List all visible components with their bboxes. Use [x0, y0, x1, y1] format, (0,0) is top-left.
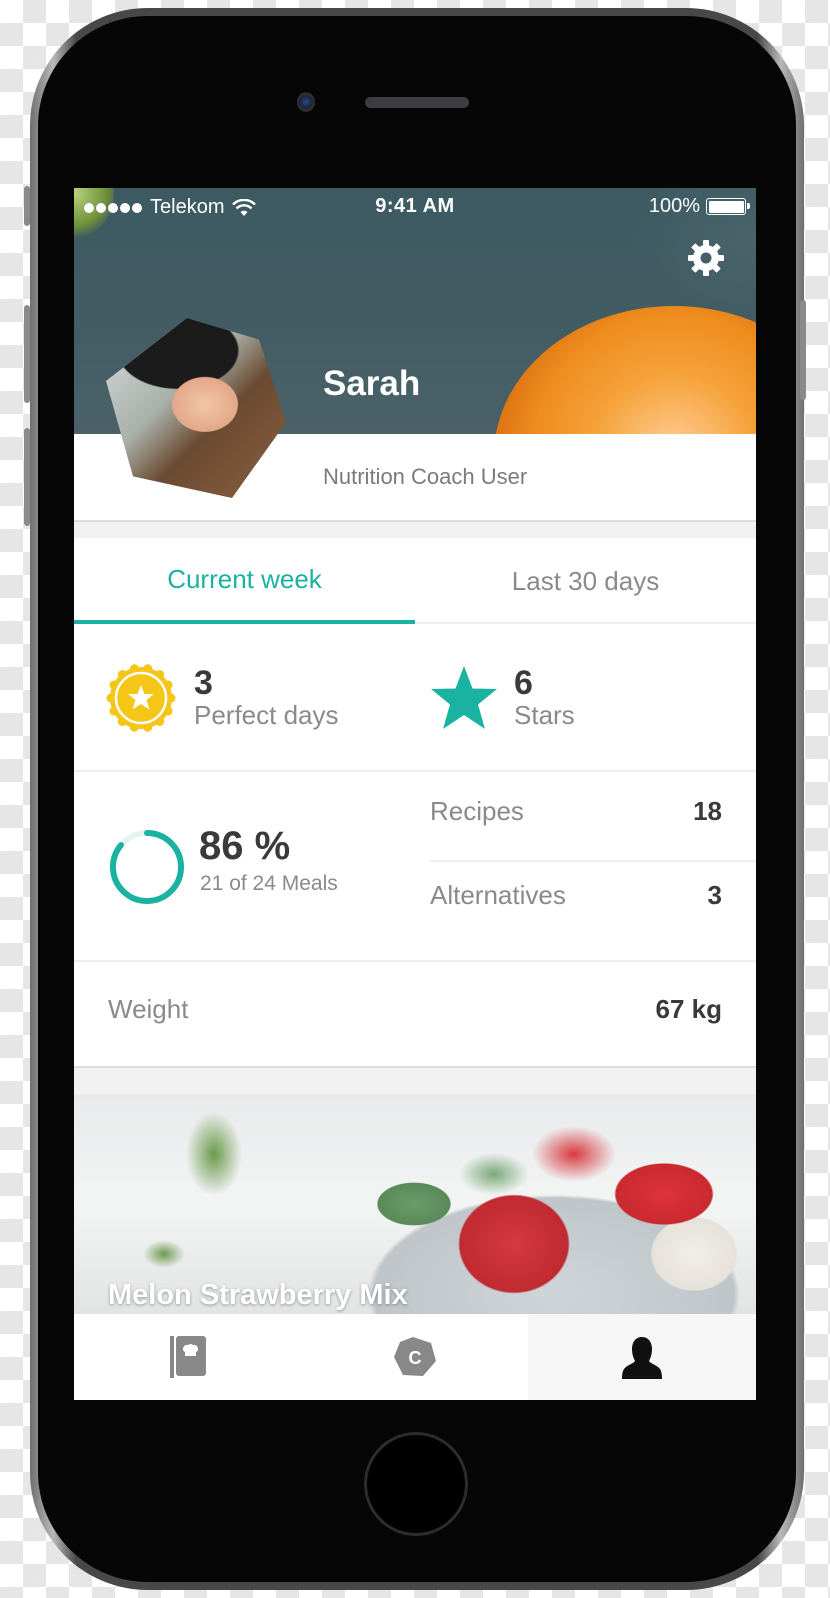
medal-scallop [166, 693, 176, 703]
alternatives-label: Alternatives [430, 880, 566, 910]
perfect-days-label: Perfect days [194, 700, 339, 730]
medal-scallop [143, 722, 153, 732]
recipe-card[interactable]: Melon Strawberry Mix [74, 1094, 756, 1314]
volume-up-button [24, 305, 30, 403]
tab-profile[interactable] [528, 1314, 756, 1400]
medal-star-icon [106, 664, 176, 732]
tab-last-30-days[interactable]: Last 30 days [415, 538, 756, 624]
perfect-days-value: 3 [194, 664, 213, 702]
stars-value: 6 [514, 664, 533, 702]
battery-icon [706, 198, 750, 215]
user-name: Sarah [323, 364, 421, 403]
header-background-orange [494, 306, 756, 434]
weight-value: 67 kg [655, 994, 723, 1024]
meals-progress-ring [110, 830, 184, 904]
stats-card: Current week Last 30 days 3 Perfect days [74, 538, 756, 1068]
meals-progress-arc [110, 830, 184, 904]
profile-person-icon [622, 1337, 662, 1379]
tab-recipes[interactable] [74, 1314, 301, 1400]
earpiece-speaker [365, 97, 469, 108]
perfect-days-stat: 3 Perfect days [106, 624, 339, 772]
power-button [800, 300, 806, 400]
recipes-row[interactable]: Recipes 18 [430, 772, 756, 856]
medal-scallop [143, 664, 153, 674]
meals-percent: 86 % [199, 824, 291, 868]
bottom-tab-bar: C [74, 1314, 756, 1400]
recipes-label: Recipes [430, 796, 524, 826]
weight-label: Weight [108, 994, 189, 1024]
achievements-row: 3 Perfect days 6 Stars [74, 624, 756, 772]
recipe-title: Melon Strawberry Mix [108, 1279, 408, 1311]
battery-percent: 100% [648, 195, 700, 217]
period-tabs: Current week Last 30 days [74, 538, 756, 624]
alternatives-row[interactable]: Alternatives 3 [430, 856, 756, 940]
tab-coach[interactable]: C [301, 1314, 528, 1400]
alternatives-value: 3 [707, 880, 722, 910]
meals-detail: 21 of 24 Meals [200, 872, 338, 895]
stars-label: Stars [514, 700, 575, 730]
app-screen: Telekom 9:41 AM 100% Sarah Nutrition Coa… [74, 188, 756, 1400]
coach-icon-glyph: C [408, 1348, 421, 1368]
mute-switch [24, 186, 30, 226]
weight-row[interactable]: Weight 67 kg [74, 962, 756, 1066]
volume-down-button [24, 428, 30, 526]
medal-scallop [129, 664, 139, 674]
home-button[interactable] [364, 1432, 468, 1536]
user-role: Nutrition Coach User [323, 464, 528, 489]
front-camera [297, 92, 315, 112]
stars-stat: 6 Stars [430, 624, 575, 772]
status-bar: Telekom 9:41 AM 100% [74, 188, 756, 228]
recipes-value: 18 [693, 796, 722, 826]
tab-current-week[interactable]: Current week [74, 538, 415, 624]
gear-icon[interactable] [686, 238, 726, 278]
coach-hexagon-icon: C [393, 1337, 436, 1376]
medal-scallop [129, 722, 139, 732]
star-icon [431, 666, 497, 729]
medal-scallop [106, 693, 116, 703]
recipe-book-icon [169, 1336, 206, 1378]
meals-row: 86 % 21 of 24 Meals Recipes 18 Alternati… [74, 772, 756, 962]
